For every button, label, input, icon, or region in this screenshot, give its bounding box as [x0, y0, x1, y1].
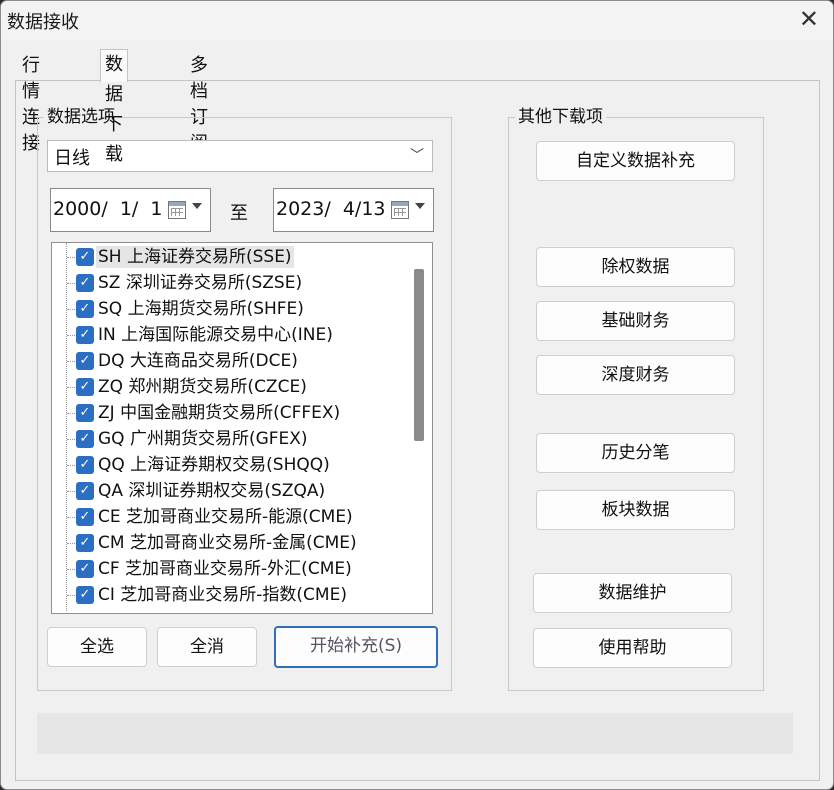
deep-financials-button[interactable]: 深度财务: [536, 355, 735, 395]
tree-connector-line: [67, 361, 75, 362]
market-list-item[interactable]: ✓ ZQ 郑州期货交易所(CZCE): [52, 374, 407, 400]
tree-connector-line: [67, 569, 75, 570]
market-checkbox[interactable]: ✓: [76, 248, 94, 266]
market-checkbox[interactable]: ✓: [76, 430, 94, 448]
end-date-picker[interactable]: 2023/ 4/13: [273, 188, 434, 232]
dropdown-arrow-icon[interactable]: [415, 203, 425, 209]
market-label: QQ 上海证券期权交易(SHQQ): [98, 455, 330, 475]
calendar-icon[interactable]: [168, 201, 186, 219]
start-date-picker[interactable]: 2000/ 1/ 1: [50, 188, 211, 232]
tree-connector-line: [67, 309, 75, 310]
market-list-item[interactable]: ✓ SZ 深圳证券交易所(SZSE): [52, 270, 407, 296]
date-range-separator: 至: [230, 203, 248, 224]
market-list-item[interactable]: ✓ DQ 大连商品交易所(DCE): [52, 348, 407, 374]
market-tree-list[interactable]: ✓ SH 上海证券交易所(SSE) ✓ SZ 深圳证券交易所(SZSE) ✓ SQ 上海期…: [51, 242, 433, 614]
market-list-item[interactable]: ✓ SQ 上海期货交易所(SHFE): [52, 296, 407, 322]
calendar-icon[interactable]: [391, 201, 409, 219]
start-date-value: 2000/ 1/ 1: [53, 198, 163, 220]
custom-data-fill-button[interactable]: 自定义数据补充: [536, 141, 735, 181]
tree-connector-line: [67, 283, 75, 284]
vertical-scrollbar[interactable]: [406, 243, 430, 611]
status-bar: [37, 713, 793, 754]
market-label: SH 上海证券交易所(SSE): [96, 246, 294, 268]
tab-data-download[interactable]: 数据下载: [100, 49, 128, 165]
market-checkbox[interactable]: ✓: [76, 404, 94, 422]
tree-connector-line: [67, 517, 75, 518]
market-label: ZJ 中国金融期货交易所(CFFEX): [98, 403, 341, 423]
market-label: CF 芝加哥商业交易所-外汇(CME): [98, 559, 352, 579]
other-downloads-label: 其他下载项: [515, 107, 606, 127]
deselect-all-button[interactable]: 全消: [157, 627, 257, 667]
market-checkbox[interactable]: ✓: [76, 586, 94, 604]
market-list-item[interactable]: ✓ CE 芝加哥商业交易所-能源(CME): [52, 504, 407, 530]
market-list-item[interactable]: ✓ CI 芝加哥商业交易所-指数(CME): [52, 582, 407, 608]
market-checkbox[interactable]: ✓: [76, 456, 94, 474]
market-checkbox[interactable]: ✓: [76, 326, 94, 344]
market-label: CE 芝加哥商业交易所-能源(CME): [98, 507, 353, 527]
scrollbar-thumb[interactable]: [414, 269, 424, 441]
market-checkbox[interactable]: ✓: [76, 300, 94, 318]
select-all-button[interactable]: 全选: [47, 627, 147, 667]
market-list-item[interactable]: ✓ IN 上海国际能源交易中心(INE): [52, 322, 407, 348]
period-selected-value: 日线: [54, 148, 90, 169]
market-checkbox[interactable]: ✓: [76, 274, 94, 292]
chevron-down-icon: ﹀: [410, 148, 424, 164]
tree-connector-line: [67, 335, 75, 336]
market-checkbox[interactable]: ✓: [76, 378, 94, 396]
market-checkbox[interactable]: ✓: [76, 560, 94, 578]
dropdown-arrow-icon[interactable]: [192, 203, 202, 209]
market-checkbox[interactable]: ✓: [76, 352, 94, 370]
tree-connector-line: [67, 439, 75, 440]
market-label: DQ 大连商品交易所(DCE): [98, 351, 298, 371]
market-list-item[interactable]: ✓ ZJ 中国金融期货交易所(CFFEX): [52, 400, 407, 426]
close-icon[interactable]: ✕: [799, 5, 819, 33]
market-label: IN 上海国际能源交易中心(INE): [98, 325, 333, 345]
sector-data-button[interactable]: 板块数据: [536, 490, 735, 530]
market-list-item[interactable]: ✓ GQ 广州期货交易所(GFEX): [52, 426, 407, 452]
basic-financials-button[interactable]: 基础财务: [536, 301, 735, 341]
market-label: CI 芝加哥商业交易所-指数(CME): [98, 585, 347, 605]
historical-ticks-button[interactable]: 历史分笔: [536, 433, 735, 473]
market-label: SQ 上海期货交易所(SHFE): [98, 299, 304, 319]
end-date-value: 2023/ 4/13: [276, 198, 386, 220]
market-label: SZ 深圳证券交易所(SZSE): [98, 273, 303, 293]
data-receive-window: 数据接收 ✕ 行情连接 数据下载 多档订阅 数据选项 其他下载项 日线 ﹀ 20…: [0, 0, 834, 790]
start-fill-button[interactable]: 开始补充(S): [274, 626, 438, 668]
tree-connector-line: [67, 387, 75, 388]
tab-depth-subscription[interactable]: 多档订阅: [186, 53, 212, 154]
market-label: CM 芝加哥商业交易所-金属(CME): [98, 533, 357, 553]
tree-connector-line: [67, 465, 75, 466]
market-checkbox[interactable]: ✓: [76, 508, 94, 526]
market-list-item[interactable]: ✓ SH 上海证券交易所(SSE): [52, 244, 407, 270]
ex-rights-data-button[interactable]: 除权数据: [536, 247, 735, 287]
tree-connector-line: [67, 491, 75, 492]
usage-help-button[interactable]: 使用帮助: [533, 628, 732, 668]
title-bar: 数据接收 ✕: [1, 1, 833, 41]
data-maintenance-button[interactable]: 数据维护: [533, 573, 732, 613]
market-label: ZQ 郑州期货交易所(CZCE): [98, 377, 307, 397]
market-label: GQ 广州期货交易所(GFEX): [98, 429, 308, 449]
market-checkbox[interactable]: ✓: [76, 482, 94, 500]
market-list-item[interactable]: ✓ CM 芝加哥商业交易所-金属(CME): [52, 530, 407, 556]
tree-connector-line: [67, 257, 75, 258]
tree-connector-line: [67, 543, 75, 544]
market-list-item[interactable]: ✓ CF 芝加哥商业交易所-外汇(CME): [52, 556, 407, 582]
market-checkbox[interactable]: ✓: [76, 534, 94, 552]
tree-connector-line: [67, 595, 75, 596]
market-list-item[interactable]: ✓ QQ 上海证券期权交易(SHQQ): [52, 452, 407, 478]
market-label: QA 深圳证券期权交易(SZQA): [98, 481, 326, 501]
tab-quote-connection[interactable]: 行情连接: [18, 53, 44, 154]
window-title: 数据接收: [7, 12, 79, 33]
market-list-item[interactable]: ✓ QA 深圳证券期权交易(SZQA): [52, 478, 407, 504]
tree-connector-line: [67, 413, 75, 414]
